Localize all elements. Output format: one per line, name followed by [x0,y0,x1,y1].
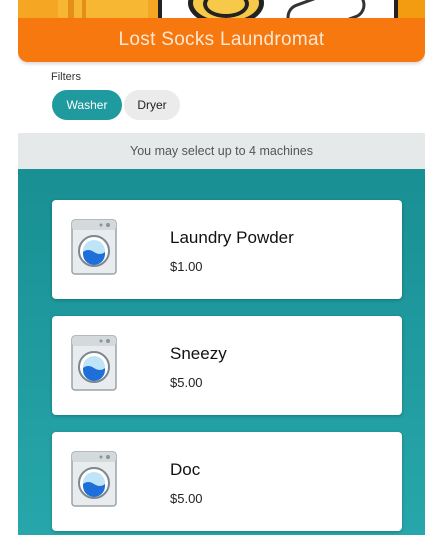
filters-label: Filters [51,71,81,83]
machine-card[interactable]: Laundry Powder $1.00 [52,200,402,299]
machine-list[interactable]: Laundry Powder $1.00 Sneezy $5.00 Doc $5… [18,169,425,535]
machine-name: Laundry Powder [170,228,294,247]
washing-machine-icon [71,335,117,391]
app-screen: Lost Socks Laundromat Filters Washer Dry… [18,0,425,535]
machine-price: $5.00 [170,491,203,506]
washing-machine-icon [71,451,117,507]
machine-price: $1.00 [170,259,203,274]
selection-limit-notice: You may select up to 4 machines [18,133,425,169]
machine-card[interactable]: Doc $5.00 [52,432,402,531]
filter-chip-label: Washer [66,98,108,112]
machine-card[interactable]: Sneezy $5.00 [52,316,402,415]
washing-machine-icon [71,219,117,275]
filter-chip-dryer[interactable]: Dryer [124,90,180,120]
app-title: Lost Socks Laundromat [118,29,325,50]
app-title-bar: Lost Socks Laundromat [18,18,425,62]
machine-name: Doc [170,460,201,479]
machine-price: $5.00 [170,375,203,390]
machine-name: Sneezy [170,344,227,363]
notice-text: You may select up to 4 machines [130,144,313,158]
filter-chip-washer[interactable]: Washer [52,90,122,120]
filter-chip-label: Dryer [137,98,167,112]
